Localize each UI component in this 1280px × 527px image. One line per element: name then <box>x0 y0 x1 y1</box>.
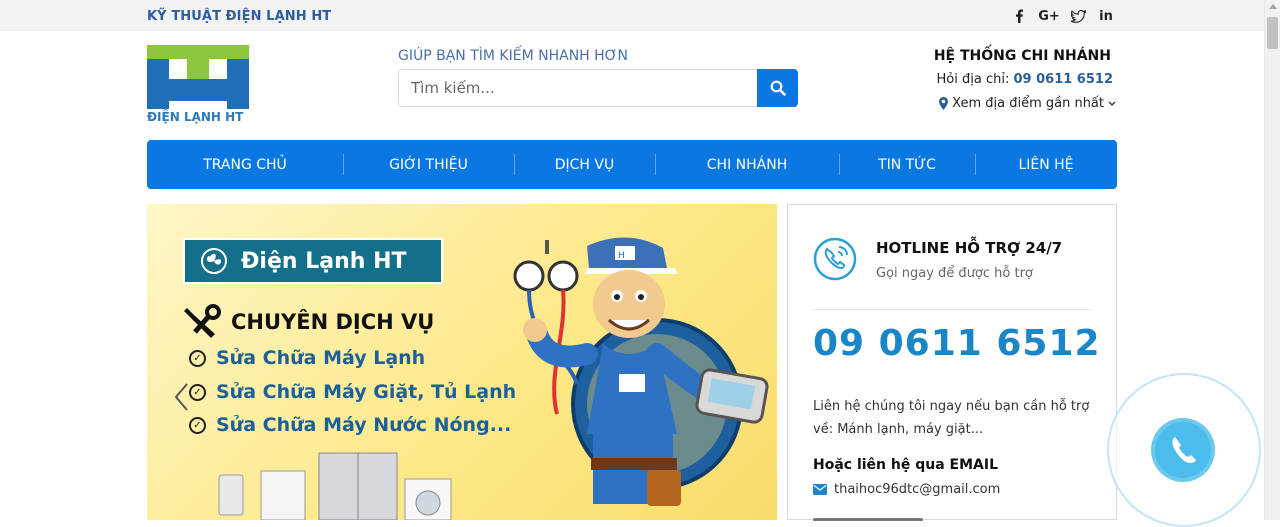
scroll-up-icon[interactable] <box>1269 4 1277 9</box>
search-field[interactable] <box>398 69 758 107</box>
branch-phone-label: Hỏi địa chỉ: <box>936 72 1010 87</box>
email-heading: Hoặc liên hệ qua EMAIL <box>813 457 998 473</box>
map-marker-icon <box>939 97 949 110</box>
phone-call-icon <box>813 237 857 281</box>
facebook-icon[interactable] <box>1009 6 1029 26</box>
phone-icon <box>1172 437 1196 463</box>
nav-item-about[interactable]: GIỚI THIỆU <box>343 140 514 189</box>
nearest-location-label: Xem địa điểm gần nhất <box>952 96 1104 111</box>
banner-service-label: Sửa Chữa Máy Nước Nóng... <box>216 414 512 436</box>
banner-service-item: ✓ Sửa Chữa Máy Giặt, Tủ Lạnh <box>189 381 516 403</box>
linkedin-icon[interactable]: in <box>1096 6 1116 26</box>
chevron-down-icon <box>1108 101 1116 106</box>
floating-call-button[interactable] <box>1151 418 1215 482</box>
top-bar: KỸ THUẬT ĐIỆN LẠNH HT G+ in <box>0 0 1264 31</box>
nav-item-contact[interactable]: LIÊN HỆ <box>975 140 1117 189</box>
scrollbar[interactable] <box>1264 0 1280 520</box>
fan-icon <box>201 248 227 274</box>
banner-service-item: ✓ Sửa Chữa Máy Nước Nóng... <box>189 414 511 436</box>
site-name[interactable]: KỸ THUẬT ĐIỆN LẠNH HT <box>147 9 331 24</box>
banner-heading: CHUYÊN DỊCH VỤ <box>183 304 434 340</box>
check-circle-icon: ✓ <box>189 383 206 401</box>
branch-phone-number[interactable]: 09 0611 6512 <box>1013 72 1113 87</box>
nav-item-news[interactable]: TIN TỨC <box>839 140 975 189</box>
hotline-title: HOTLINE HỖ TRỢ 24/7 <box>876 239 1063 257</box>
main-nav: TRANG CHỦ GIỚI THIỆU DỊCH VỤ CHI NHÁNH T… <box>147 140 1117 189</box>
banner-service-label: Sửa Chữa Máy Giặt, Tủ Lạnh <box>216 381 517 403</box>
search-button[interactable] <box>757 69 798 107</box>
logo-text: ĐIỆN LẠNH HT <box>147 110 244 124</box>
hero-slider[interactable]: Điện Lạnh HT CHUYÊN DỊCH VỤ ✓ Sửa Chữa M… <box>147 204 777 520</box>
branch-phone-row: Hỏi địa chỉ: 09 0611 6512 <box>937 72 1113 87</box>
banner-brand: Điện Lạnh HT <box>241 248 407 274</box>
search-icon <box>770 80 786 96</box>
envelope-icon <box>813 484 827 495</box>
hotline-phone-number[interactable]: 09 0611 6512 <box>813 323 1101 364</box>
branch-title: HỆ THỐNG CHI NHÁNH <box>933 48 1111 64</box>
nav-item-branches[interactable]: CHI NHÁNH <box>655 140 839 189</box>
scrollbar-thumb[interactable] <box>1267 17 1278 49</box>
appliances-illustration <box>218 452 452 520</box>
banner-heading-text: CHUYÊN DỊCH VỤ <box>231 310 435 334</box>
hotline-panel: HOTLINE HỖ TRỢ 24/7 Gọi ngay để được hỗ … <box>787 204 1117 521</box>
banner-service-label: Sửa Chữa Máy Lạnh <box>216 347 426 369</box>
technician-illustration: H <box>513 237 769 506</box>
check-circle-icon: ✓ <box>189 349 206 367</box>
search-input[interactable] <box>399 70 757 106</box>
twitter-icon[interactable] <box>1068 6 1088 26</box>
email-row[interactable]: thaihoc96dtc@gmail.com <box>813 482 1000 497</box>
nearest-location-link[interactable]: Xem địa điểm gần nhất <box>939 96 1116 111</box>
nav-item-services[interactable]: DỊCH VỤ <box>514 140 655 189</box>
nav-item-home[interactable]: TRANG CHỦ <box>147 140 343 189</box>
slider-prev-arrow-icon[interactable] <box>173 382 189 412</box>
google-plus-icon[interactable]: G+ <box>1038 6 1060 26</box>
hotline-divider <box>813 309 1091 310</box>
banner-brand-box: Điện Lạnh HT <box>183 238 443 284</box>
hotline-description: Liên hệ chúng tôi ngay nếu bạn cần hỗ tr… <box>813 399 1090 437</box>
banner-service-item: ✓ Sửa Chữa Máy Lạnh <box>189 347 425 369</box>
tools-icon <box>184 304 221 338</box>
check-circle-icon: ✓ <box>189 416 206 434</box>
hotline-subtitle: Gọi ngay để được hỗ trợ <box>876 266 1033 281</box>
email-address[interactable]: thaihoc96dtc@gmail.com <box>834 482 1000 497</box>
search-hint: GIÚP BẠN TÌM KIẾM NHANH HƠN <box>398 48 628 64</box>
svg-text:H: H <box>618 251 625 261</box>
